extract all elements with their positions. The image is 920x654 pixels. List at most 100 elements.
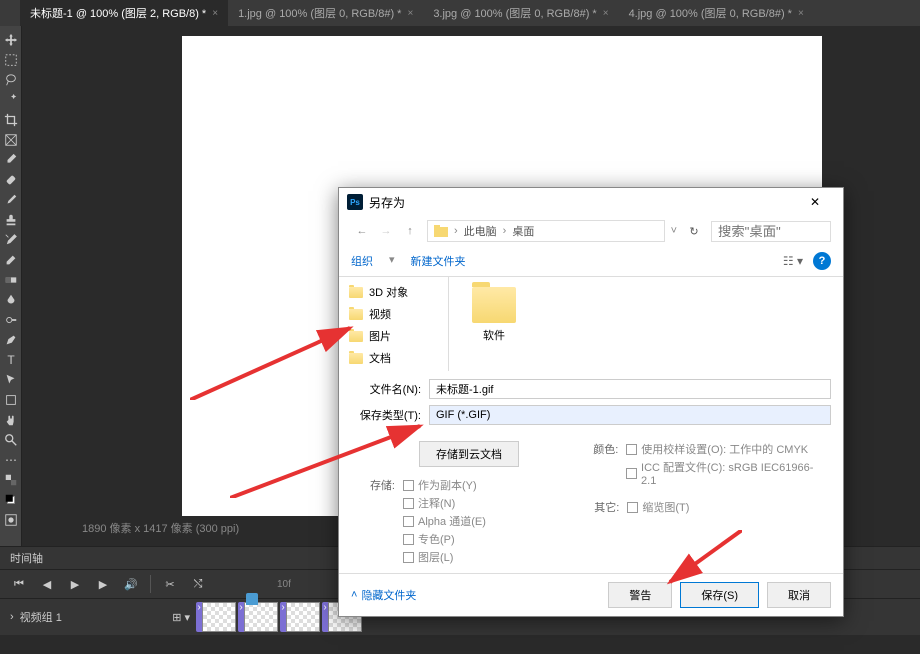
tool-more-icon[interactable]: ⋯ <box>0 450 22 470</box>
file-list[interactable]: 软件 <box>449 277 843 371</box>
close-icon[interactable]: × <box>798 8 804 19</box>
quick-mask-icon[interactable] <box>0 510 22 530</box>
stamp-tool-icon[interactable] <box>0 210 22 230</box>
frame-tool-icon[interactable] <box>0 130 22 150</box>
help-icon[interactable]: ? <box>813 252 831 270</box>
checkbox-icon[interactable] <box>403 498 414 509</box>
lasso-tool-icon[interactable] <box>0 70 22 90</box>
magic-wand-tool-icon[interactable] <box>0 90 22 110</box>
checkbox-icon[interactable] <box>403 552 414 563</box>
frame-ruler[interactable]: 10f <box>237 579 291 590</box>
shape-tool-icon[interactable] <box>0 390 22 410</box>
marquee-tool-icon[interactable] <box>0 50 22 70</box>
nav-forward-icon[interactable]: → <box>375 220 397 242</box>
option-icc[interactable]: ICC 配置文件(C): sRGB IEC61966-2.1 <box>626 459 823 487</box>
history-brush-tool-icon[interactable] <box>0 230 22 250</box>
play-icon[interactable]: ▶ <box>66 575 84 593</box>
blur-tool-icon[interactable] <box>0 290 22 310</box>
close-icon[interactable]: × <box>407 8 413 19</box>
filename-input[interactable] <box>429 379 831 399</box>
chevron-right-icon[interactable]: › <box>10 611 14 623</box>
audio-icon[interactable]: 🔊 <box>122 575 140 593</box>
nav-back-icon[interactable]: ← <box>351 220 373 242</box>
text-tool-icon[interactable]: T <box>0 350 22 370</box>
document-tab-0[interactable]: 未标题-1 @ 100% (图层 2, RGB/8) * × <box>20 0 228 26</box>
option-alpha[interactable]: Alpha 通道(E) <box>403 513 486 529</box>
folder-icon <box>349 287 363 298</box>
zoom-tool-icon[interactable] <box>0 430 22 450</box>
gradient-tool-icon[interactable] <box>0 270 22 290</box>
organize-menu[interactable]: 组织 <box>351 253 373 269</box>
option-layers[interactable]: 图层(L) <box>403 549 486 565</box>
close-icon[interactable]: ✕ <box>795 188 835 216</box>
checkbox-icon[interactable] <box>627 502 638 513</box>
save-to-cloud-button[interactable]: 存储到云文档 <box>419 441 519 467</box>
document-tab-1[interactable]: 1.jpg @ 100% (图层 0, RGB/8#) * × <box>228 0 423 26</box>
prev-frame-icon[interactable]: ◀ <box>38 575 56 593</box>
file-item[interactable]: 软件 <box>459 287 529 343</box>
warn-button[interactable]: 警告 <box>608 582 672 608</box>
chevron-up-icon: ˄ <box>351 589 357 601</box>
close-icon[interactable]: × <box>603 8 609 19</box>
refresh-icon[interactable]: ↻ <box>683 225 705 238</box>
nav-item[interactable]: 3D 对象 <box>339 281 448 303</box>
eraser-tool-icon[interactable] <box>0 250 22 270</box>
option-spot[interactable]: 专色(P) <box>403 531 486 547</box>
color-swatch-icon[interactable] <box>0 490 22 510</box>
track-header[interactable]: › 视频组 1 ⊞ ▾ <box>10 609 190 625</box>
playhead-icon[interactable] <box>246 593 258 605</box>
split-icon[interactable]: ✂ <box>161 575 179 593</box>
view-options-icon[interactable]: ☷ ▾ <box>783 254 803 268</box>
track-options-icon[interactable]: ⊞ ▾ <box>172 611 190 624</box>
file-name: 软件 <box>483 327 505 343</box>
option-as-copy[interactable]: 作为副本(Y) <box>403 477 486 493</box>
nav-item[interactable]: 文档 <box>339 347 448 369</box>
option-proof[interactable]: 使用校样设置(O): 工作中的 CMYK <box>626 441 823 457</box>
transition-icon[interactable]: ⤭ <box>189 575 207 593</box>
search-input[interactable] <box>711 221 831 242</box>
clip-item[interactable]: › <box>196 602 236 632</box>
path-select-tool-icon[interactable] <box>0 370 22 390</box>
hide-folders-link[interactable]: ˄隐藏文件夹 <box>351 587 416 603</box>
move-tool-icon[interactable] <box>0 30 22 50</box>
other-group-label: 其它: <box>583 499 619 517</box>
checkbox-icon[interactable] <box>626 468 637 479</box>
nav-item[interactable]: 视频 <box>339 303 448 325</box>
checkbox-icon[interactable] <box>403 480 414 491</box>
new-folder-button[interactable]: 新建文件夹 <box>411 253 466 269</box>
filetype-select[interactable]: GIF (*.GIF) <box>429 405 831 425</box>
eyedropper-tool-icon[interactable] <box>0 150 22 170</box>
document-tab-3[interactable]: 4.jpg @ 100% (图层 0, RGB/8#) * × <box>619 0 814 26</box>
option-thumbnail[interactable]: 缩览图(T) <box>627 499 689 515</box>
option-notes[interactable]: 注释(N) <box>403 495 486 511</box>
healing-tool-icon[interactable] <box>0 170 22 190</box>
cancel-button[interactable]: 取消 <box>767 582 831 608</box>
crop-tool-icon[interactable] <box>0 110 22 130</box>
hand-tool-icon[interactable] <box>0 410 22 430</box>
nav-up-icon[interactable]: ↑ <box>399 220 421 242</box>
tab-label: 1.jpg @ 100% (图层 0, RGB/8#) * <box>238 5 401 21</box>
checkbox-icon[interactable] <box>626 444 637 455</box>
clip-item[interactable]: › <box>238 602 278 632</box>
checkbox-icon[interactable] <box>403 516 414 527</box>
tab-label: 3.jpg @ 100% (图层 0, RGB/8#) * <box>433 5 596 21</box>
first-frame-icon[interactable]: ⏮ <box>10 575 28 593</box>
path-segment[interactable]: 此电脑 <box>464 223 497 239</box>
close-icon[interactable]: × <box>212 8 218 19</box>
breadcrumb[interactable]: › 此电脑 › 桌面 <box>427 220 665 242</box>
next-frame-icon[interactable]: ▶ <box>94 575 112 593</box>
dialog-title: 另存为 <box>369 194 405 211</box>
pen-tool-icon[interactable] <box>0 330 22 350</box>
edit-toolbar-icon[interactable] <box>0 470 22 490</box>
clip-item[interactable]: › <box>280 602 320 632</box>
dropdown-icon[interactable]: ˅ <box>671 225 677 237</box>
document-tab-2[interactable]: 3.jpg @ 100% (图层 0, RGB/8#) * × <box>423 0 618 26</box>
brush-tool-icon[interactable] <box>0 190 22 210</box>
save-button[interactable]: 保存(S) <box>680 582 759 608</box>
folder-icon <box>349 331 363 342</box>
document-tabs: 未标题-1 @ 100% (图层 2, RGB/8) * × 1.jpg @ 1… <box>0 0 920 26</box>
dodge-tool-icon[interactable] <box>0 310 22 330</box>
checkbox-icon[interactable] <box>403 534 414 545</box>
nav-item[interactable]: 图片 <box>339 325 448 347</box>
path-segment[interactable]: 桌面 <box>512 223 534 239</box>
